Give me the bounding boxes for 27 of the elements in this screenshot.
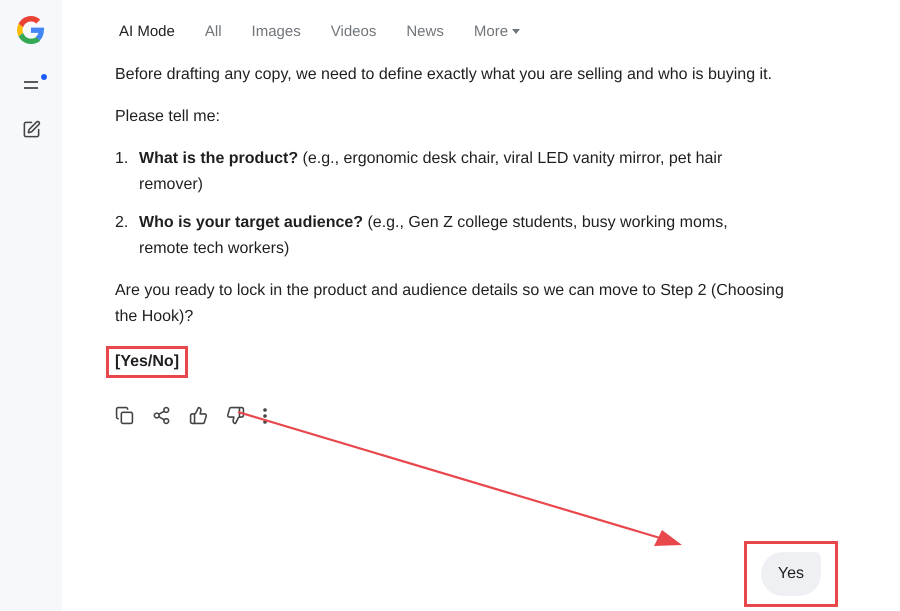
menu-icon [23, 80, 39, 90]
thumbs-down-icon [226, 406, 245, 425]
copy-button[interactable] [115, 406, 134, 425]
reply-bubble: Yes [760, 552, 821, 596]
share-button[interactable] [152, 406, 171, 425]
new-chat-button[interactable] [22, 120, 40, 139]
google-logo [17, 16, 45, 44]
options-text: [Yes/No] [115, 353, 180, 370]
thumbs-up-icon [189, 406, 208, 425]
copy-icon [115, 406, 134, 425]
question-text: Are you ready to lock in the product and audience details so we can move to Step 2 (Choosing the Hook)? [115, 281, 785, 327]
thumbs-up-button[interactable] [189, 406, 208, 425]
list-item: 1. What is the product? (e.g., ergonomic desk chair, viral LED vanity mirror, pet hair remover) [115, 149, 724, 195]
search-tab[interactable]: AI Mode [115, 18, 179, 44]
more-icon [263, 408, 267, 424]
search-tab[interactable]: Videos [326, 18, 380, 44]
search-tab[interactable]: More [470, 18, 524, 44]
share-icon [152, 406, 171, 425]
search-tab[interactable]: Images [248, 18, 305, 44]
list-item: 2. Who is your target audience? (e.g., Gen Z college students, busy working moms, remote tech workers) [115, 213, 729, 259]
more-button[interactable] [263, 408, 267, 424]
search-tab[interactable]: News [402, 18, 448, 44]
intro-text: Before drafting any copy, we need to define exactly what you are selling and who is buying it. [115, 65, 773, 85]
search-tab[interactable]: All [200, 18, 226, 44]
thumbs-down-button[interactable] [226, 406, 245, 425]
prompt-text: Please tell me: [115, 107, 221, 127]
edit-icon [22, 120, 40, 139]
